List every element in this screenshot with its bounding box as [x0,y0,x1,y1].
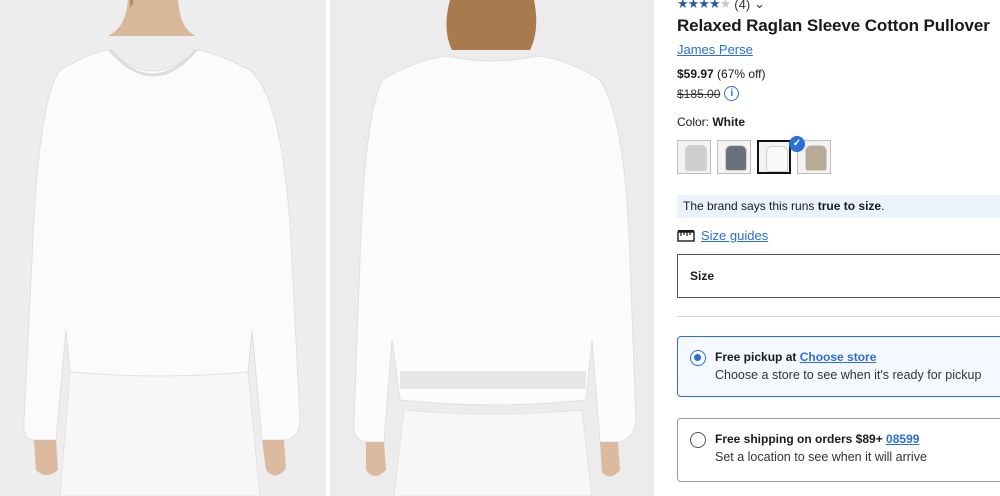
size-guides-link[interactable]: Size guides [677,228,768,243]
choose-store-link[interactable]: Choose store [800,350,877,364]
review-count: (4) [734,0,751,12]
info-icon[interactable]: i [724,86,740,101]
swatch-thumbnail [766,146,788,172]
selected-color: White [712,115,746,129]
swatch-thumbnail [725,145,747,171]
sale-price: $59.97 [677,67,714,81]
color-swatches [677,140,831,174]
product-info-panel: ★★★★★ (4) ⌄ Relaxed Raglan Sleeve Cotton… [677,0,1000,496]
ruler-icon [677,229,695,242]
pickup-title: Free pickup at [715,350,800,364]
product-title: Relaxed Raglan Sleeve Cotton Pullover [677,16,990,35]
pickup-detail: Choose a store to see when it's ready fo… [715,368,982,382]
swatch-thumbnail [805,145,827,171]
product-image-front[interactable] [0,0,326,496]
star-rating: ★★★★★ [677,0,732,12]
color-label: Color: White [677,115,746,129]
pickup-option[interactable]: Free pickup at Choose store Choose a sto… [677,336,1000,397]
pickup-radio[interactable] [690,350,706,366]
divider [677,316,1000,317]
discount-label: (67% off) [717,67,766,81]
shipping-title: Free shipping on orders $89+ [715,432,887,446]
original-price: $185.00 [677,86,721,101]
shipping-radio[interactable] [690,432,706,448]
half-star-icon: ★ [708,0,721,11]
empty-star-icon: ★ [719,0,732,11]
zip-code-link[interactable]: 08599 [886,432,919,446]
size-guides-label: Size guides [701,228,769,243]
chevron-down-icon: ⌄ [754,0,766,11]
color-swatch-taupe[interactable] [797,140,831,174]
original-price-row: $185.00 i [677,86,740,101]
color-swatch-charcoal[interactable] [717,140,751,174]
brand-link[interactable]: James Perse [677,42,753,57]
price-row: $59.97 (67% off) [677,67,766,81]
size-selector[interactable]: Size [677,254,1000,298]
rating-summary[interactable]: ★★★★★ (4) ⌄ [677,0,765,12]
shipping-option[interactable]: Free shipping on orders $89+ 08599 Set a… [677,418,1000,482]
product-image-back[interactable] [330,0,654,496]
size-label: Size [690,269,715,283]
swatch-thumbnail [685,145,707,171]
color-swatch-light-gray[interactable] [677,140,711,174]
shipping-detail: Set a location to see when it will arriv… [715,450,927,464]
color-swatch-white[interactable] [757,140,791,174]
fit-note: The brand says this runs true to size. [677,195,1000,218]
